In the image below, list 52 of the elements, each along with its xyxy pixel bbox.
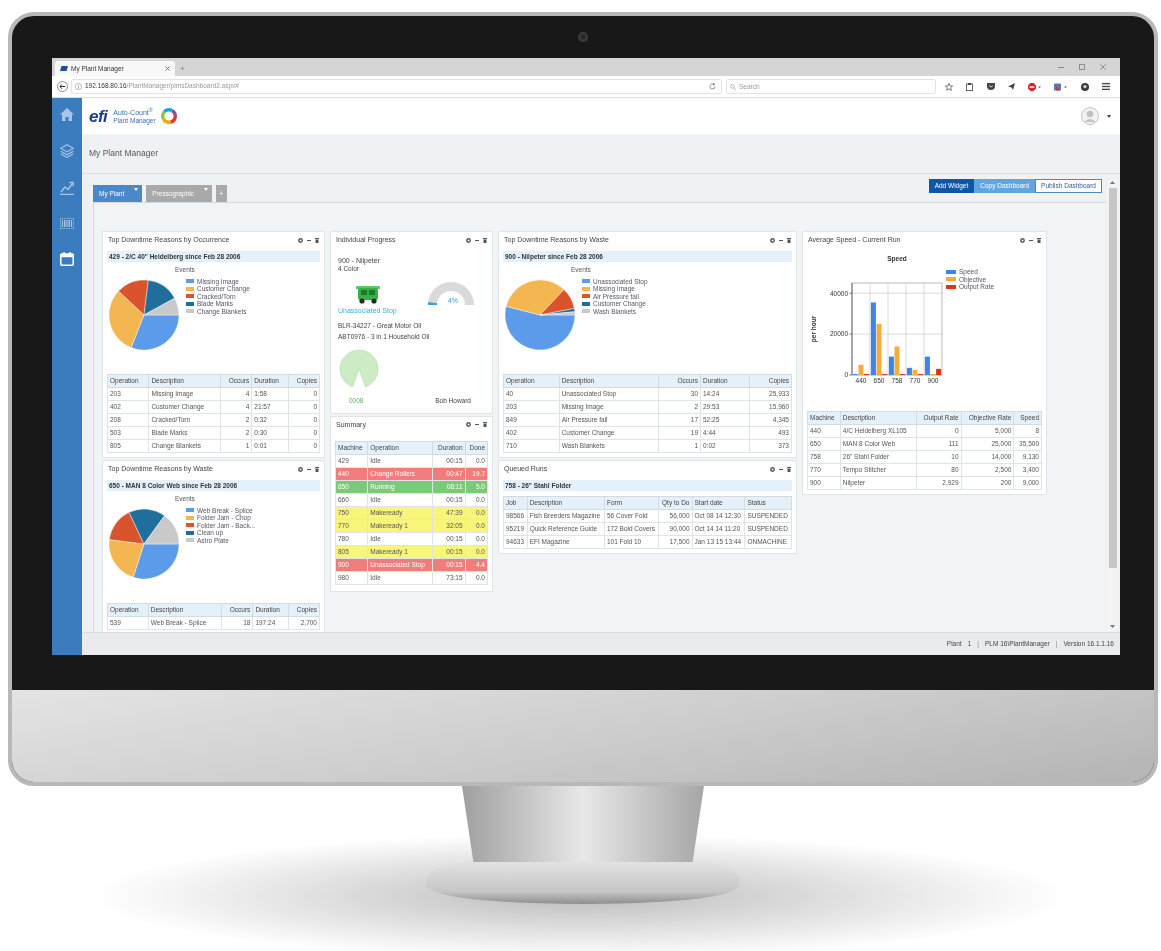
close-icon[interactable] [165,66,170,71]
gear-icon[interactable] [466,422,471,428]
trash-icon[interactable] [483,237,487,243]
scrollbar[interactable] [1107,178,1118,632]
trash-icon[interactable] [787,466,791,472]
gear-icon[interactable] [770,466,775,472]
brand-logo: efi [89,107,108,125]
ring-icon [160,108,177,124]
pie-slice [128,508,165,544]
gear-icon[interactable] [466,237,471,243]
circle-icon[interactable] [1080,82,1089,91]
search-icon [730,83,736,90]
gear-icon[interactable] [770,237,775,243]
trash-icon[interactable] [315,466,319,472]
calendar-icon[interactable] [60,252,74,266]
gear-icon[interactable] [298,237,303,243]
scroll-down-icon[interactable] [1110,625,1115,628]
minus-icon[interactable] [307,468,311,470]
gear-icon[interactable] [1020,237,1025,243]
camera-icon [578,32,588,42]
scrollbar-thumb[interactable] [1108,188,1117,568]
stop-sign-icon[interactable] [1028,82,1042,91]
pie-slice [109,511,145,544]
minus-icon[interactable] [475,239,479,241]
back-icon[interactable] [57,81,68,92]
pie-slice [109,538,145,577]
page-title: My Plant Manager [89,147,158,160]
reload-icon[interactable] [709,83,716,90]
new-tab-button[interactable]: + [175,61,190,76]
trash-icon[interactable] [787,237,791,243]
clipboard-icon[interactable] [966,82,974,91]
gear-icon[interactable] [298,466,303,472]
pie-drawing [338,349,380,389]
trash-icon[interactable] [315,237,319,243]
pie-slice [143,514,179,544]
star-icon[interactable] [945,82,953,91]
trash-icon[interactable] [1037,237,1041,243]
pie-slice [133,543,179,579]
menu-icon[interactable] [1101,83,1110,90]
minus-icon[interactable] [1029,239,1033,241]
cart-icon [356,285,380,304]
shield-icon[interactable] [986,83,995,90]
logo-icon [60,66,68,71]
tile-icon[interactable] [1054,82,1068,91]
trash-icon[interactable] [483,422,487,428]
minus-icon[interactable] [779,468,783,470]
caret-icon[interactable] [1107,114,1111,118]
send-icon[interactable] [1007,83,1015,90]
minus-icon[interactable] [475,424,479,426]
minus-icon[interactable] [307,239,311,241]
scroll-up-icon[interactable] [1110,181,1115,184]
minus-icon[interactable] [779,239,783,241]
